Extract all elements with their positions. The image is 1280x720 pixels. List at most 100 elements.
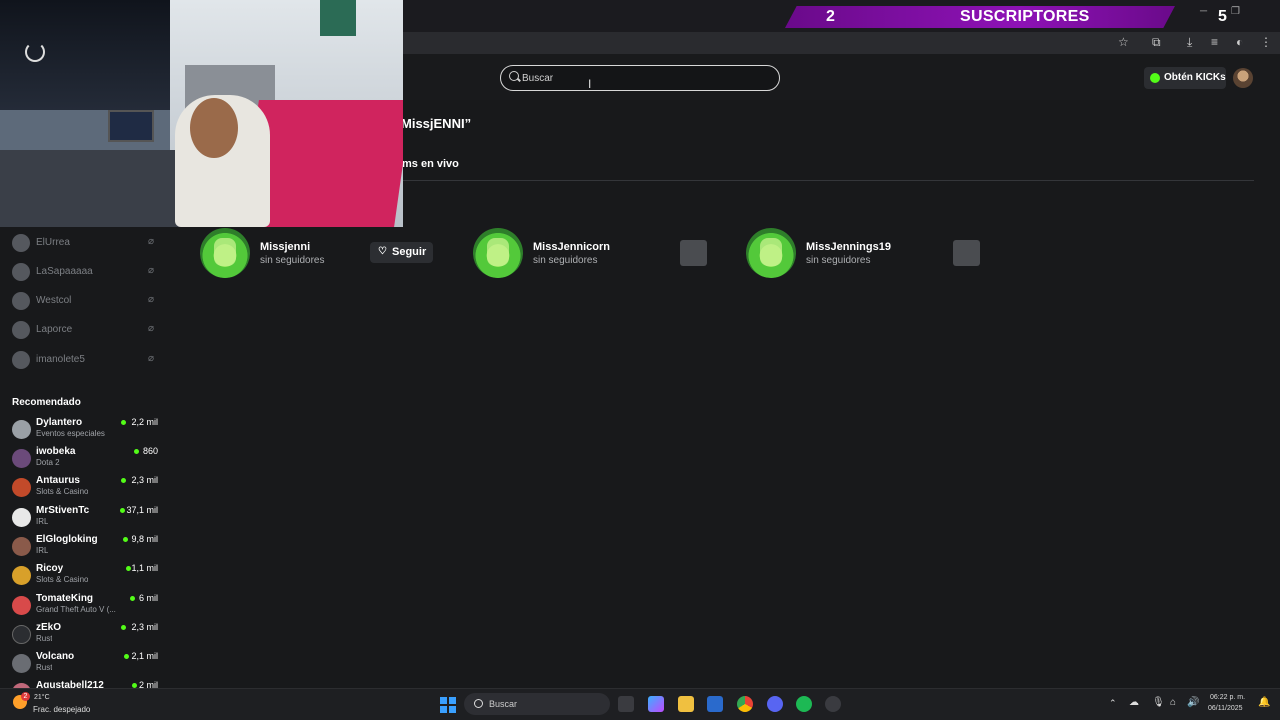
tab-live-streams[interactable]: ms en vivo [402, 158, 459, 170]
discord-icon[interactable] [767, 696, 783, 712]
follow-button-placeholder[interactable] [953, 240, 980, 266]
sidebar-item-following[interactable]: LaSapaaaaa ⌀ [0, 261, 170, 281]
recommended-item[interactable]: Ricoy Slots & Casino 1,1 mil [0, 562, 170, 590]
channel-followers: sin seguidores [260, 255, 325, 266]
onedrive-icon[interactable]: ☁ [1129, 697, 1139, 708]
channel-category: IRL [36, 546, 49, 555]
profile-icon[interactable]: ◐ [1236, 35, 1243, 49]
recommended-item[interactable]: zEkO Rust 2,3 mil [0, 621, 170, 649]
recommended-item[interactable]: MrStivenTc IRL 37,1 mil [0, 504, 170, 532]
volume-icon[interactable]: 🔊 [1187, 697, 1199, 708]
channel-name: Westcol [36, 295, 72, 306]
text-cursor-icon: I [588, 77, 592, 91]
search-input[interactable] [522, 71, 762, 85]
recommended-item[interactable]: Volcano Rust 2,1 mil [0, 650, 170, 678]
user-avatar[interactable] [1233, 68, 1253, 88]
channel-name: MissJennicorn [533, 241, 611, 253]
channel-followers: sin seguidores [806, 255, 871, 266]
channel-followers: sin seguidores [533, 255, 598, 266]
sidebar-item-following[interactable]: imanolete5 ⌀ [0, 349, 170, 369]
avatar [12, 625, 31, 644]
recommended-item[interactable]: Dylantero Eventos especiales 2,2 mil [0, 416, 170, 444]
channel-category: Rust [36, 634, 53, 643]
network-icon[interactable]: ⌂ [1170, 697, 1176, 708]
sidebar-item-following[interactable]: ElUrrea ⌀ [0, 232, 170, 252]
viewer-count: 37,1 mil [126, 505, 158, 515]
webcam-poster [320, 0, 356, 36]
notification-badge: 2 [21, 692, 30, 701]
maximize-icon[interactable]: ❐ [1231, 6, 1240, 17]
recommended-item[interactable]: Agustabell212 2 mil [0, 679, 170, 688]
recommended-item[interactable]: iwobeka Dota 2 860 [0, 445, 170, 473]
viewer-count: 9,8 mil [131, 534, 158, 544]
obs-icon[interactable] [825, 696, 841, 712]
menu-dots-icon[interactable]: ⋮ [1260, 35, 1272, 49]
channel-name: Agustabell212 [36, 680, 104, 688]
spotify-icon[interactable] [796, 696, 812, 712]
get-kicks-button[interactable]: Obtén KICKs [1144, 67, 1226, 89]
avatar [12, 263, 30, 281]
copilot-icon[interactable] [648, 696, 664, 712]
follow-button-placeholder[interactable] [680, 240, 707, 266]
recommended-heading: Recomendado [12, 397, 81, 408]
task-view-icon[interactable] [618, 696, 634, 712]
recommended-item[interactable]: Antaurus Slots & Casino 2,3 mil [0, 474, 170, 502]
channel-name: ElGlogloking [36, 534, 98, 545]
tab-divider [402, 180, 1254, 181]
taskbar-search[interactable] [464, 693, 610, 715]
download-icon[interactable]: ⤓ [1187, 35, 1192, 50]
follow-button[interactable]: ♡ Seguir [370, 242, 433, 263]
channel-result[interactable]: MissJennings19 sin seguidores [746, 228, 916, 278]
channel-category: IRL [36, 517, 49, 526]
channel-category: Rust [36, 663, 53, 672]
channel-name: iwobeka [36, 446, 76, 457]
avatar [12, 508, 31, 527]
minimize-icon[interactable]: ─ [1200, 6, 1207, 17]
kick-coin-icon [1150, 73, 1160, 83]
sidebar-item-following[interactable]: Westcol ⌀ [0, 290, 170, 310]
channel-category: Dota 2 [36, 458, 60, 467]
channel-name: MissJennings19 [806, 241, 891, 253]
sidebar-item-following[interactable]: Laporce ⌀ [0, 319, 170, 339]
avatar [12, 654, 31, 673]
search-icon [509, 71, 519, 81]
offline-icon: ⌀ [148, 265, 155, 276]
channel-name: Volcano [36, 651, 75, 662]
offline-icon: ⌀ [148, 353, 155, 364]
chrome-icon[interactable] [737, 696, 753, 712]
clock-time[interactable]: 06:22 p. m. [1210, 694, 1245, 701]
avatar [12, 321, 30, 339]
reading-list-icon[interactable]: ≡ [1211, 35, 1218, 49]
get-kicks-label: Obtén KICKs [1164, 72, 1226, 83]
viewer-count: 2,3 mil [131, 622, 158, 632]
live-dot-icon [123, 537, 128, 542]
viewer-count: 2,3 mil [131, 475, 158, 485]
live-dot-icon [121, 478, 126, 483]
microphone-icon[interactable]: 🎙 [1152, 697, 1165, 708]
recommended-item[interactable]: TomateKing Grand Theft Auto V (... 6 mil [0, 592, 170, 620]
viewer-count: 2,2 mil [131, 417, 158, 427]
tray-overflow-icon[interactable]: ⌃ [1109, 698, 1117, 709]
notifications-icon[interactable]: 🔔 [1258, 697, 1270, 708]
taskbar-search-label: Buscar [489, 699, 518, 709]
avatar [12, 566, 31, 585]
offline-icon: ⌀ [148, 323, 155, 334]
webcam-streamer-head [190, 98, 238, 158]
loading-spinner-icon [25, 42, 45, 62]
clock-date[interactable]: 06/11/2025 [1208, 705, 1243, 712]
windows-start-icon[interactable] [440, 697, 456, 713]
sidebar: ElUrrea ⌀ LaSapaaaaa ⌀ Westcol ⌀ Laporce… [0, 227, 170, 688]
channel-result[interactable]: MissJennicorn sin seguidores [473, 228, 643, 278]
extensions-icon[interactable]: ⧉ [1152, 35, 1161, 50]
channel-name: Dylantero [36, 417, 83, 428]
channel-category: Slots & Casino [36, 575, 89, 584]
bookmark-star-icon[interactable]: ☆ [1118, 35, 1129, 49]
channel-category: Eventos especiales [36, 429, 105, 438]
store-icon[interactable] [707, 696, 723, 712]
live-dot-icon [130, 596, 135, 601]
recommended-item[interactable]: ElGlogloking IRL 9,8 mil [0, 533, 170, 561]
avatar [12, 537, 31, 556]
live-dot-icon [126, 566, 131, 571]
file-explorer-icon[interactable] [678, 696, 694, 712]
channel-result[interactable]: Missjenni sin seguidores [200, 228, 370, 278]
